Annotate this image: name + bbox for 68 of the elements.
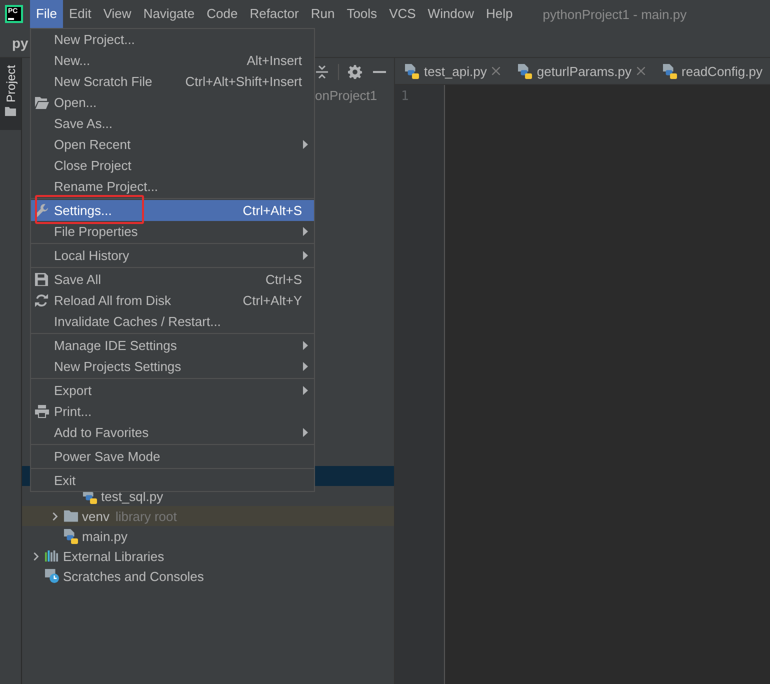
- menu-item[interactable]: Rename Project...: [31, 176, 314, 197]
- keyboard-shortcut: Ctrl+Alt+S: [242, 203, 302, 218]
- library-bars-icon: [45, 550, 58, 562]
- menu-item[interactable]: Save All Ctrl+S: [31, 269, 314, 290]
- reload-icon: [35, 294, 48, 307]
- keyboard-shortcut: Alt+Insert: [246, 53, 302, 68]
- window-title: pythonProject1 - main.py: [542, 6, 687, 22]
- python-file-icon: [405, 64, 419, 78]
- chevron-right-icon[interactable]: [33, 552, 39, 560]
- menu-bar-item[interactable]: Tools: [340, 0, 384, 28]
- keyboard-shortcut: Ctrl+S: [266, 272, 302, 287]
- python-file-icon: [64, 528, 78, 544]
- collapse-all-icon[interactable]: [315, 64, 329, 78]
- close-icon[interactable]: [636, 67, 645, 75]
- menu-item[interactable]: Open Recent: [31, 134, 314, 155]
- tree-row[interactable]: External Libraries: [22, 546, 394, 566]
- menu-bar-item[interactable]: Run: [304, 0, 341, 28]
- python-file-icon: [518, 64, 532, 78]
- open-folder-icon: [35, 96, 49, 108]
- library-root-hint: library root: [115, 508, 177, 524]
- printer-icon: [35, 405, 49, 418]
- menu-item[interactable]: Invalidate Caches / Restart...: [31, 311, 314, 332]
- settings-icon[interactable]: [348, 64, 362, 78]
- menu-bar-item[interactable]: Edit: [62, 0, 98, 28]
- menu-item[interactable]: New Project...: [31, 29, 314, 50]
- wrench-icon: [35, 204, 48, 217]
- menu-bar-item[interactable]: Code: [200, 0, 244, 28]
- close-icon[interactable]: [492, 67, 500, 75]
- menu-item[interactable]: New Projects Settings: [31, 356, 314, 377]
- editor-tab[interactable]: geturlParams.py: [508, 58, 653, 84]
- keyboard-shortcut: Ctrl+Alt+Y: [242, 293, 302, 308]
- menu-item[interactable]: File Properties: [31, 221, 314, 242]
- folder-icon: [5, 107, 16, 116]
- tree-row[interactable]: main.py: [22, 526, 394, 546]
- menu-bar-item[interactable]: VCS: [383, 0, 422, 28]
- editor-tab[interactable]: test_api.py: [395, 58, 508, 84]
- minimize-icon[interactable]: [373, 70, 386, 72]
- menu-item[interactable]: Open...: [31, 92, 314, 113]
- folder-icon: [64, 510, 78, 522]
- menu-item[interactable]: Manage IDE Settings: [31, 335, 314, 356]
- menu-bar-item[interactable]: Navigate: [137, 0, 201, 28]
- menu-item[interactable]: New... Alt+Insert: [31, 50, 314, 71]
- menu-bar-item[interactable]: Help: [480, 0, 519, 28]
- menu-item[interactable]: Export: [31, 380, 314, 401]
- chevron-right-icon[interactable]: [52, 512, 58, 520]
- editor-tab[interactable]: readConfig.py: [652, 58, 766, 84]
- keyboard-shortcut: Ctrl+Alt+Shift+Insert: [185, 74, 302, 89]
- menu-item[interactable]: Power Save Mode: [31, 446, 314, 467]
- menu-bar-item[interactable]: View: [97, 0, 138, 28]
- menu-item[interactable]: New Scratch File Ctrl+Alt+Shift+Insert: [31, 71, 314, 92]
- tree-row[interactable]: venv library root: [22, 506, 394, 526]
- menu-item[interactable]: Local History: [31, 245, 314, 266]
- console-clock-icon: [45, 569, 59, 583]
- tree-row[interactable]: Scratches and Consoles: [22, 566, 394, 586]
- menu-item[interactable]: Reload All from Disk Ctrl+Alt+Y: [31, 290, 314, 311]
- menu-item[interactable]: Exit: [31, 470, 314, 491]
- menu-item[interactable]: Settings... Ctrl+Alt+S: [31, 200, 314, 221]
- menu-item[interactable]: Save As...: [31, 113, 314, 134]
- menu-item[interactable]: Close Project: [31, 155, 314, 176]
- python-file-icon: [662, 64, 677, 78]
- menu-item[interactable]: Add to Favorites: [31, 422, 314, 443]
- tool-window-tab[interactable]: Project: [0, 58, 21, 130]
- menu-bar-item[interactable]: Refactor: [244, 0, 305, 28]
- menu-bar-item[interactable]: Window: [422, 0, 480, 28]
- menu-item[interactable]: Print...: [31, 401, 314, 422]
- project-root-label[interactable]: onProject1: [315, 88, 378, 102]
- breadcrumb[interactable]: py: [12, 34, 28, 50]
- menu-bar-item[interactable]: File: [30, 0, 63, 28]
